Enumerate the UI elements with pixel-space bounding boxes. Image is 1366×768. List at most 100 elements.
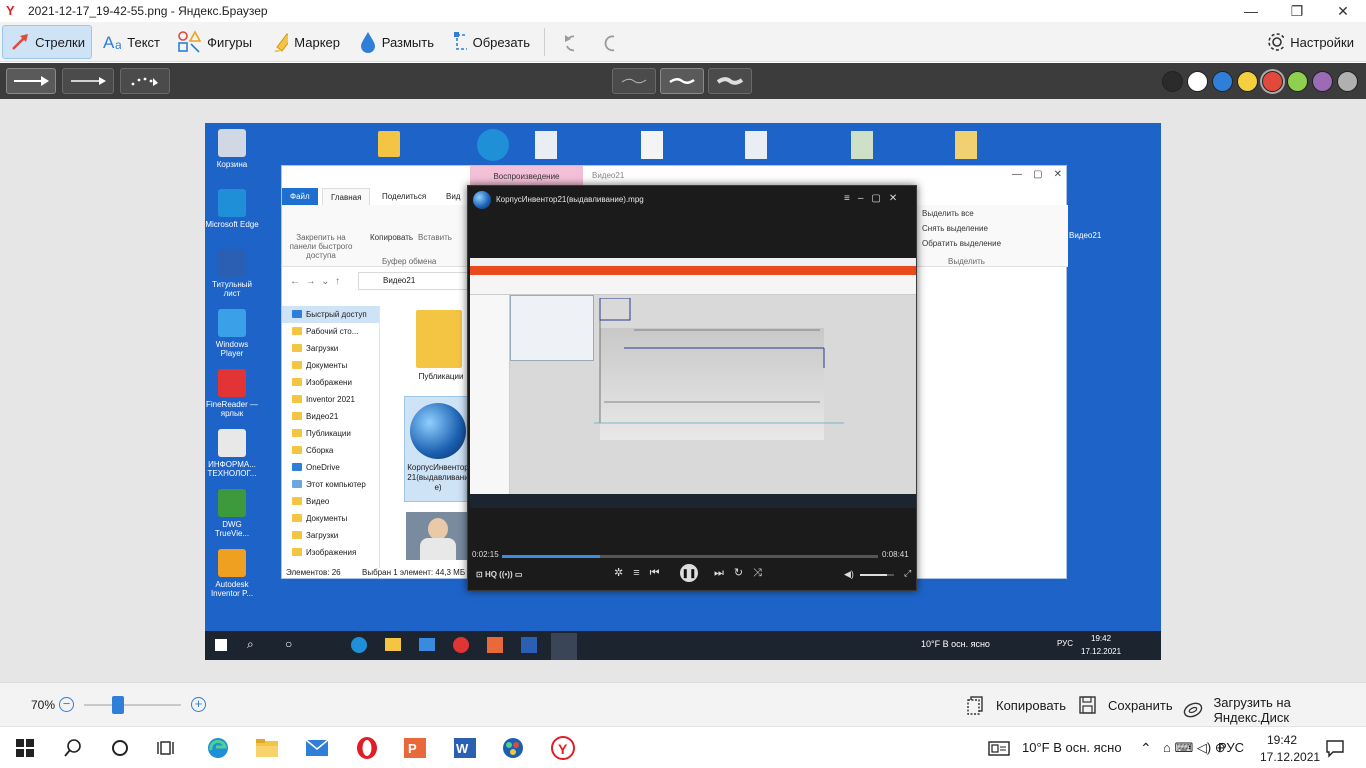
powerpoint-taskbar-button[interactable]: P xyxy=(402,735,428,761)
video-frame[interactable] xyxy=(470,258,916,508)
nav-item[interactable]: Загрузки xyxy=(282,340,379,357)
zoom-in-button[interactable]: + xyxy=(191,697,206,712)
seek-bar[interactable] xyxy=(502,555,878,558)
nav-item[interactable]: Загрузки xyxy=(282,527,379,544)
notifications-button[interactable] xyxy=(1322,735,1348,761)
desktop-icon[interactable]: Windows Player xyxy=(205,309,259,358)
paste-ribbon-button[interactable]: Вставить xyxy=(418,233,452,242)
tab-playback[interactable]: Воспроизведение xyxy=(470,166,583,186)
nav-item[interactable]: OneDrive xyxy=(282,459,379,476)
task-view-button[interactable] xyxy=(154,735,180,761)
select-all-button[interactable]: Выделить все xyxy=(922,209,974,218)
tray-chevron-icon[interactable]: ⌃ xyxy=(1140,740,1152,757)
color-swatch[interactable] xyxy=(1287,71,1308,92)
nav-arrows[interactable]: ← → ⌄ ↑ xyxy=(290,276,340,287)
tab-share[interactable]: Поделиться xyxy=(374,188,434,205)
line-medium-button[interactable] xyxy=(660,68,704,94)
arrow-style-straight-button[interactable] xyxy=(6,68,56,94)
color-swatch[interactable] xyxy=(1262,71,1283,92)
clock-time[interactable]: 19:42 xyxy=(1267,733,1297,747)
tab-file[interactable]: Файл xyxy=(282,188,318,205)
desktop-icon[interactable]: Корзина xyxy=(205,129,259,169)
desktop-icon[interactable]: Autodesk Inventor P... xyxy=(205,549,259,598)
tab-view[interactable]: Вид xyxy=(438,188,468,205)
upload-disk-button[interactable]: Загрузить на Яндекс.Диск xyxy=(1182,695,1366,725)
hq-toggle[interactable]: ⊡ HQ ((•)) ▭ xyxy=(476,570,522,579)
folder-publications[interactable]: Публикации xyxy=(406,372,476,381)
explorer-taskbar-button[interactable] xyxy=(254,735,280,761)
color-swatch[interactable] xyxy=(1337,71,1358,92)
nav-item[interactable]: Документы xyxy=(282,510,379,527)
copy-action-button[interactable]: Копировать xyxy=(966,695,1066,715)
save-action-button[interactable]: Сохранить xyxy=(1078,695,1173,715)
invert-selection-button[interactable]: Обратить выделение xyxy=(922,239,1001,248)
close-button[interactable]: ✕ xyxy=(1320,0,1366,22)
explorer-window-controls[interactable]: — ▢ ✕ xyxy=(1012,169,1062,180)
desktop-icon[interactable]: Титульный лист xyxy=(205,249,259,298)
zoom-slider-thumb[interactable] xyxy=(111,696,124,714)
shapes-tool-button[interactable]: Фигуры xyxy=(170,25,258,59)
volume-icon[interactable]: ◀) xyxy=(844,569,854,580)
crop-tool-button[interactable]: Обрезать xyxy=(446,25,536,59)
word-taskbar-button[interactable]: W xyxy=(452,735,478,761)
weather-text[interactable]: 10°F В осн. ясно xyxy=(1022,740,1122,755)
nav-item[interactable]: Видео xyxy=(282,493,379,510)
desktop-icon[interactable]: DWG TrueVie... xyxy=(205,489,259,538)
fullscreen-icon[interactable]: ⤢ xyxy=(904,568,911,579)
mail-taskbar-button[interactable] xyxy=(304,735,330,761)
desktop-icon[interactable]: FineReader — ярлык xyxy=(205,369,259,418)
tray-icons[interactable]: ⌂ ⌨ ◁) ⊕ xyxy=(1163,740,1226,756)
blur-tool-button[interactable]: Размыть xyxy=(352,25,440,59)
color-swatch[interactable] xyxy=(1237,71,1258,92)
selected-file[interactable]: КорпусИнвентор21(выдавливание) xyxy=(404,396,472,502)
pin-quick-access[interactable]: Закрепить на панели быстрого доступа xyxy=(286,233,356,260)
clock-date[interactable]: 17.12.2021 xyxy=(1260,750,1320,764)
nav-item[interactable]: Сборка xyxy=(282,442,379,459)
color-swatch[interactable] xyxy=(1187,71,1208,92)
minimize-button[interactable]: — xyxy=(1228,0,1274,22)
nav-item[interactable]: Публикации xyxy=(282,425,379,442)
video-thumbnail[interactable] xyxy=(406,512,470,560)
nav-item[interactable]: Этот компьютер xyxy=(282,476,379,493)
yandex-taskbar-button[interactable]: Y xyxy=(550,735,576,761)
arrows-tool-button[interactable]: Стрелки xyxy=(2,25,92,59)
zoom-out-button[interactable]: − xyxy=(59,697,74,712)
color-swatch[interactable] xyxy=(1162,71,1183,92)
settings-button[interactable]: Настройки xyxy=(1260,25,1360,59)
nav-item[interactable]: Inventor 2021 xyxy=(282,391,379,408)
search-button[interactable] xyxy=(60,735,86,761)
screenshot-image[interactable]: Корзина Microsoft Edge Титульный лист Windo… xyxy=(205,123,1161,660)
tab-home[interactable]: Главная xyxy=(322,188,371,205)
desktop-right-item[interactable]: Видео21 xyxy=(1069,231,1101,240)
copy-ribbon-button[interactable]: Копировать xyxy=(370,233,413,242)
nav-item[interactable]: Изображения xyxy=(282,544,379,561)
redo-button[interactable] xyxy=(596,25,626,59)
playback-controls[interactable]: ✲≡⏮ xyxy=(614,566,670,580)
playback-controls-2[interactable]: ⏭↻⤨ xyxy=(714,566,772,580)
nav-item[interactable]: Быстрый доступ xyxy=(282,306,379,323)
player-taskbar-button[interactable] xyxy=(500,735,526,761)
nav-item[interactable]: Изображени xyxy=(282,374,379,391)
text-tool-button[interactable]: Aa Текст xyxy=(96,25,166,59)
cortana-button[interactable] xyxy=(107,735,133,761)
line-thick-button[interactable] xyxy=(708,68,752,94)
nav-item[interactable]: Рабочий сто... xyxy=(282,323,379,340)
desktop-icon[interactable]: ИНФОРМА... ТЕХНОЛОГ... xyxy=(205,429,259,478)
nav-item[interactable]: Документы xyxy=(282,357,379,374)
volume-slider[interactable] xyxy=(860,574,894,576)
arrow-style-dotted-button[interactable] xyxy=(120,68,170,94)
color-swatch[interactable] xyxy=(1212,71,1233,92)
pause-button[interactable]: ❚❚ xyxy=(680,564,698,582)
desktop-icon[interactable]: Microsoft Edge xyxy=(205,189,259,229)
opera-taskbar-button[interactable] xyxy=(354,735,380,761)
nav-item[interactable]: Видео21 xyxy=(282,408,379,425)
marker-tool-button[interactable]: Маркер xyxy=(264,25,346,59)
deselect-button[interactable]: Снять выделение xyxy=(922,224,988,233)
color-swatch[interactable] xyxy=(1312,71,1333,92)
line-thin-button[interactable] xyxy=(612,68,656,94)
edge-taskbar-button[interactable] xyxy=(205,735,231,761)
maximize-button[interactable]: ❐ xyxy=(1274,0,1320,22)
player-window-controls[interactable]: ≡–▢✕ xyxy=(844,193,905,204)
zoom-slider[interactable] xyxy=(84,696,181,714)
start-button[interactable] xyxy=(12,735,38,761)
